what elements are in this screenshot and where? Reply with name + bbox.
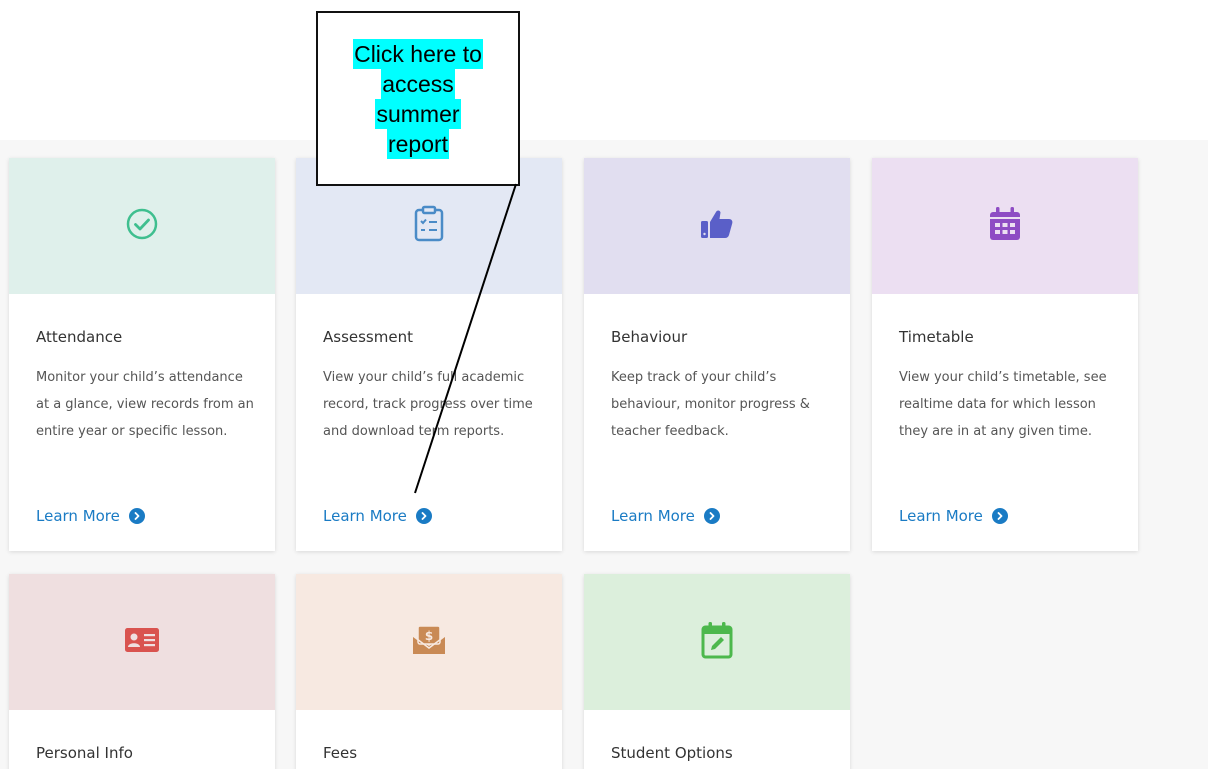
learn-more-label: Learn More (323, 507, 407, 525)
clipboard-icon (412, 205, 446, 248)
card-title: Timetable (899, 328, 974, 346)
student-options-card[interactable]: Student Options (584, 574, 850, 769)
callout-line: summer (375, 98, 461, 129)
timetable-learn-more-link[interactable]: Learn More (899, 507, 1008, 525)
svg-text:$: $ (425, 629, 433, 643)
behaviour-card[interactable]: Behaviour Keep track of your child’s beh… (584, 158, 850, 551)
assessment-card[interactable]: Assessment View your child’s full academ… (296, 158, 562, 551)
student-options-card-header (584, 574, 850, 710)
learn-more-label: Learn More (611, 507, 695, 525)
personal-info-card-header (9, 574, 275, 710)
card-description: Keep track of your child’s behaviour, mo… (611, 370, 810, 439)
learn-more-label: Learn More (36, 507, 120, 525)
fees-card-header: $ (296, 574, 562, 710)
attendance-learn-more-link[interactable]: Learn More (36, 507, 145, 525)
card-title: Attendance (36, 328, 123, 346)
timetable-card[interactable]: Timetable View your child’s timetable, s… (872, 158, 1138, 551)
money-envelope-icon: $ (411, 624, 447, 661)
learn-more-label: Learn More (899, 507, 983, 525)
id-card-icon (124, 627, 160, 658)
attendance-card-header (9, 158, 275, 294)
card-description: View your child’s timetable, see realtim… (899, 370, 1107, 439)
chevron-right-icon (415, 508, 432, 524)
card-title: Personal Info (36, 744, 133, 762)
chevron-right-icon (991, 508, 1008, 524)
check-circle-icon (125, 207, 159, 246)
behaviour-card-header (584, 158, 850, 294)
card-title: Student Options (611, 744, 733, 762)
chevron-right-icon (128, 508, 145, 524)
card-title: Assessment (323, 328, 413, 346)
card-description: View your child’s full academic record, … (323, 370, 533, 439)
card-title: Behaviour (611, 328, 688, 346)
attendance-card[interactable]: Attendance Monitor your child’s attendan… (9, 158, 275, 551)
annotation-callout-box: Click here to access summer report (316, 11, 520, 186)
calendar-icon (988, 206, 1022, 247)
timetable-card-header (872, 158, 1138, 294)
calendar-edit-icon (700, 621, 734, 664)
thumbs-up-icon (699, 208, 735, 245)
chevron-right-icon (703, 508, 720, 524)
fees-card[interactable]: $ Fees (296, 574, 562, 769)
personal-info-card[interactable]: Personal Info (9, 574, 275, 769)
card-description: Monitor your child’s attendance at a gla… (36, 370, 254, 439)
callout-line: Click here to (353, 38, 483, 69)
callout-line: report (386, 128, 450, 159)
card-title: Fees (323, 744, 358, 762)
behaviour-learn-more-link[interactable]: Learn More (611, 507, 720, 525)
callout-line: access (381, 68, 455, 99)
assessment-learn-more-link[interactable]: Learn More (323, 507, 432, 525)
